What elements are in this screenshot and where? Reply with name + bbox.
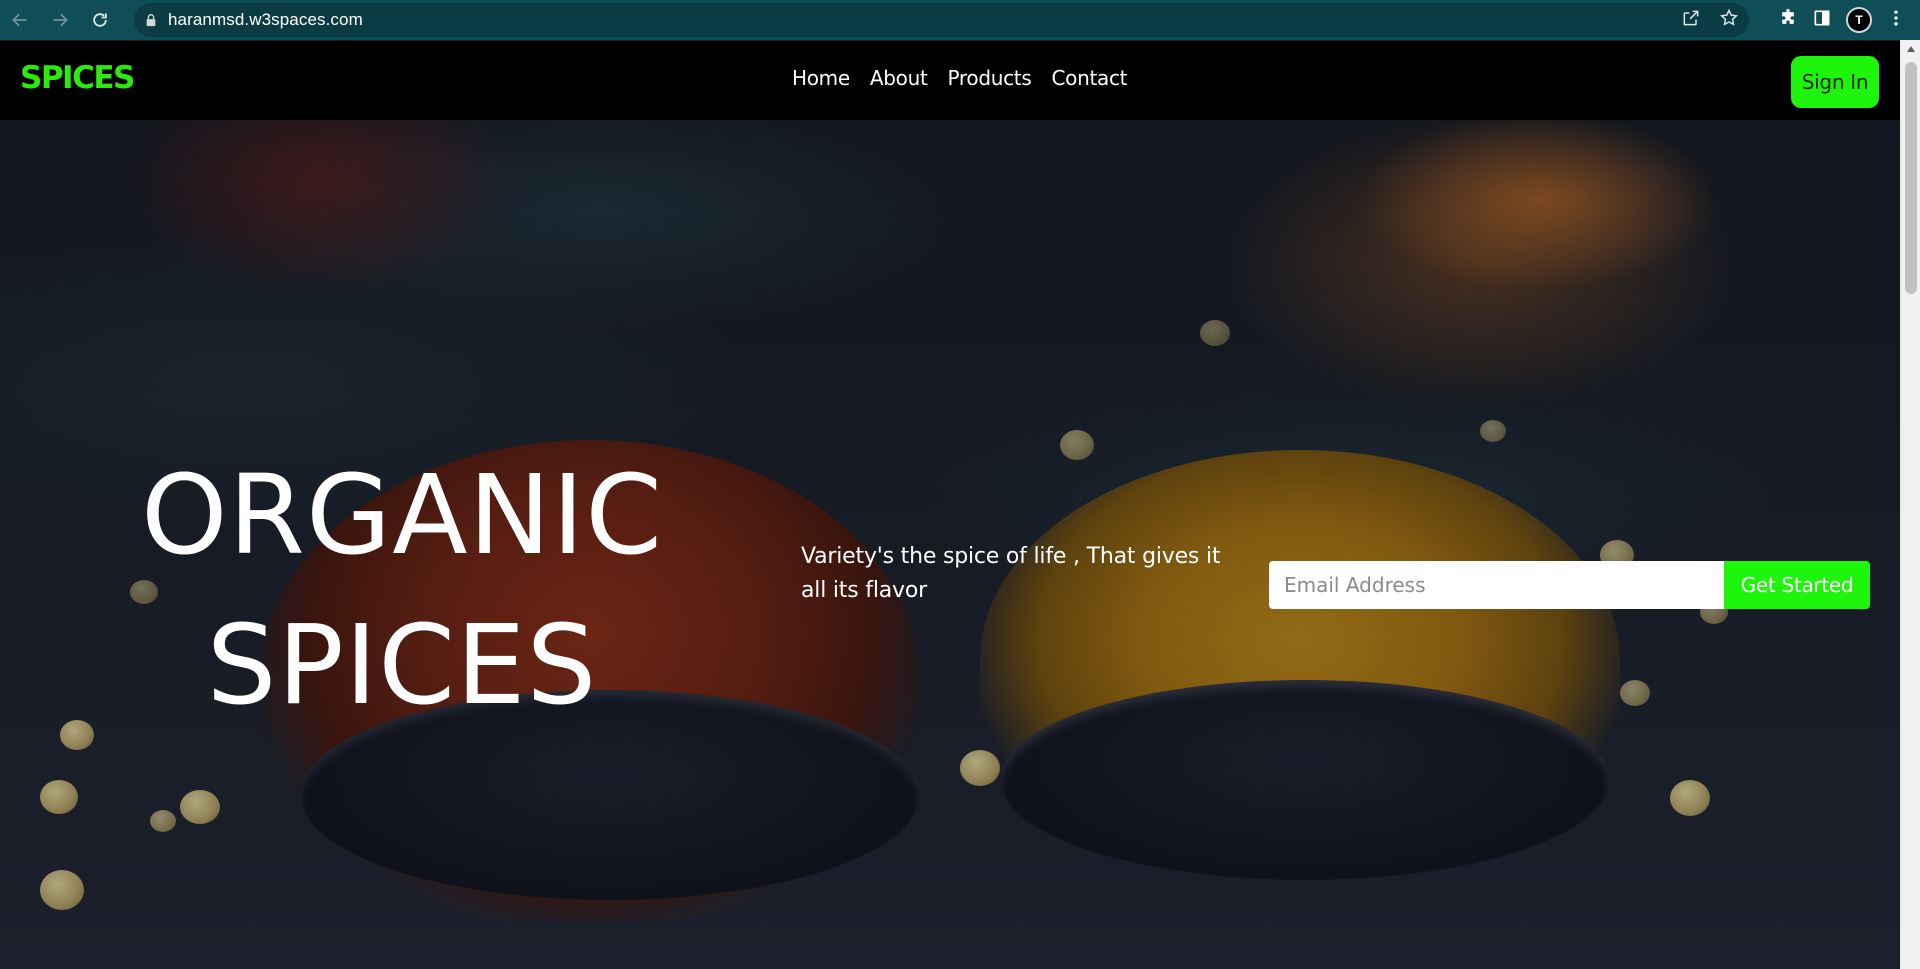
scroll-up-arrow-icon[interactable] <box>1907 46 1915 52</box>
site-logo[interactable]: SPICES <box>20 60 135 96</box>
profile-avatar[interactable]: T <box>1846 7 1872 33</box>
share-icon[interactable] <box>1681 8 1701 32</box>
forward-arrow-icon[interactable] <box>40 0 80 40</box>
bookmark-star-icon[interactable] <box>1719 8 1739 32</box>
site-header: SPICES Home About Products Contact Sign … <box>0 40 1900 120</box>
back-arrow-icon[interactable] <box>0 0 40 40</box>
sign-in-button[interactable]: Sign In <box>1791 56 1879 108</box>
nav-products-link[interactable]: Products <box>948 66 1032 90</box>
nav-about-link[interactable]: About <box>870 66 928 90</box>
kebab-menu-icon[interactable] <box>1886 8 1906 32</box>
extensions-puzzle-icon[interactable] <box>1778 8 1798 32</box>
reload-icon[interactable] <box>80 0 120 40</box>
hero-title-line-2: SPICES <box>206 601 598 729</box>
side-panel-icon[interactable] <box>1812 8 1832 32</box>
main-nav: Home About Products Contact <box>792 66 1128 90</box>
page-scrollbar[interactable] <box>1900 40 1920 969</box>
nav-contact-link[interactable]: Contact <box>1051 66 1127 90</box>
lock-icon[interactable] <box>134 13 168 27</box>
email-input[interactable] <box>1269 561 1724 609</box>
hero-section: ORGANIC SPICES Variety's the spice of li… <box>0 120 1900 969</box>
browser-toolbar: haranmsd.w3spaces.com T <box>0 0 1920 40</box>
address-bar[interactable]: haranmsd.w3spaces.com <box>134 3 1749 37</box>
signup-form: Get Started <box>1269 561 1870 609</box>
get-started-button[interactable]: Get Started <box>1724 561 1870 609</box>
hero-title-line-1: ORGANIC <box>140 451 664 579</box>
hero-tagline: Variety's the spice of life , That gives… <box>801 544 1221 603</box>
scroll-thumb[interactable] <box>1905 62 1917 294</box>
hero-title: ORGANIC SPICES <box>112 440 692 740</box>
nav-home-link[interactable]: Home <box>792 66 850 90</box>
url-text[interactable]: haranmsd.w3spaces.com <box>168 10 363 30</box>
